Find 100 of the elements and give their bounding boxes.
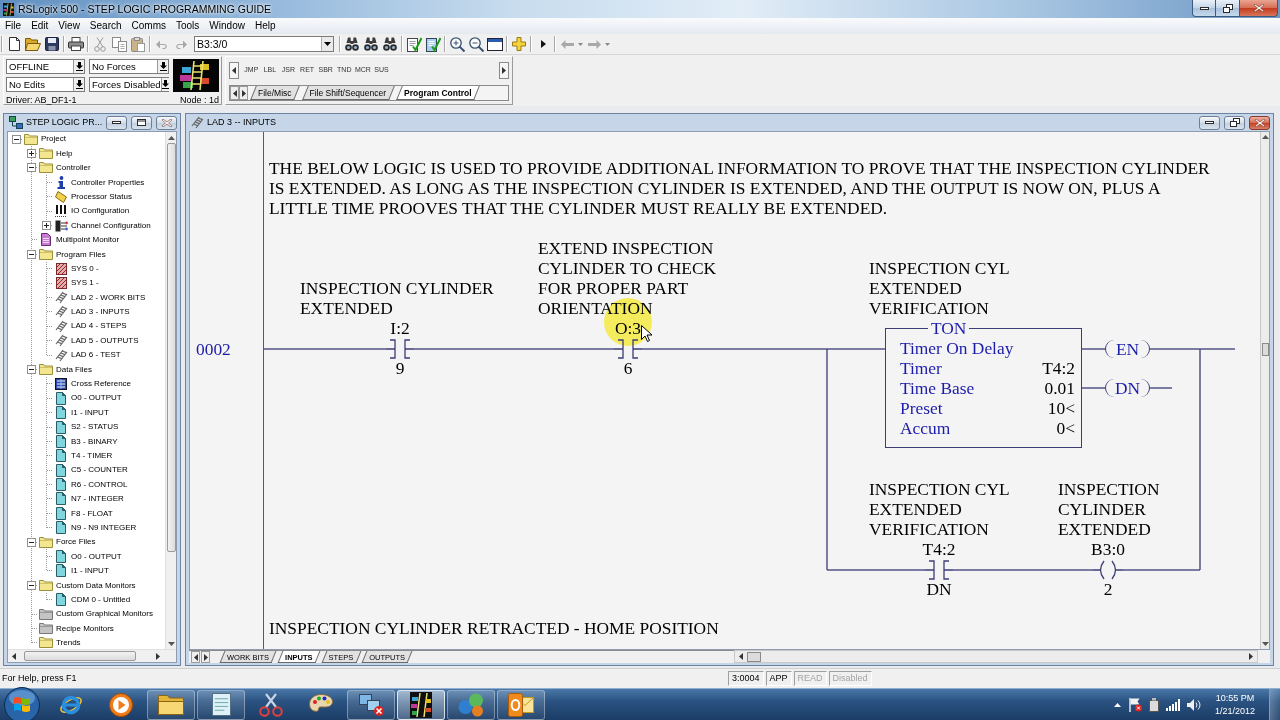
zoom-in-icon[interactable] (449, 36, 465, 52)
tree-item[interactable]: S2 - STATUS (71, 422, 119, 432)
tree-item[interactable]: N9 - N9 INTEGER (71, 522, 137, 533)
tree-item[interactable]: LAD 3 - INPUTS (71, 307, 130, 317)
tree-item[interactable]: Controller (56, 163, 91, 173)
restore-button[interactable] (1216, 0, 1240, 17)
minimize-button[interactable] (106, 115, 127, 130)
tree-item[interactable]: Recipe Monitors (56, 623, 114, 634)
taskbar-button[interactable] (197, 689, 245, 720)
tree-item[interactable]: LAD 2 - WORK BITS (71, 292, 146, 303)
start-orb-icon[interactable] (4, 686, 40, 720)
tree-item[interactable]: Custom Graphical Monitors (56, 609, 153, 619)
palette-tab[interactable]: Program Control (396, 86, 480, 100)
up-arrow-icon[interactable] (1114, 702, 1121, 707)
tree-item[interactable]: LAD 4 - STEPS (71, 321, 127, 332)
taskbar-button[interactable] (347, 689, 395, 720)
forces-dropdown[interactable]: No Forces (89, 59, 169, 74)
tree-item[interactable]: LAD 6 - TEST (71, 350, 121, 360)
plus-icon[interactable] (512, 37, 526, 51)
caret-icon[interactable] (578, 42, 583, 46)
tree-item[interactable]: IO Configuration (71, 206, 130, 216)
scrollbar-thumb[interactable] (24, 651, 136, 661)
menu-item[interactable]: Comms (126, 20, 171, 32)
address-dropdown[interactable]: B3:3/0 (194, 36, 334, 52)
check-document-icon[interactable] (425, 36, 441, 52)
tree-item[interactable]: R6 - CONTROL (71, 479, 128, 490)
tree-item[interactable]: B3 - BINARY (71, 436, 118, 447)
scroll-right-icon[interactable] (156, 652, 160, 660)
menu-item[interactable]: View (53, 20, 85, 32)
check-document-icon[interactable] (406, 36, 422, 52)
tree-item[interactable]: Multipoint Monitor (56, 235, 120, 245)
tab-scroll-left-button[interactable] (191, 651, 200, 663)
speaker-icon[interactable] (1187, 698, 1201, 711)
close-button[interactable] (1249, 115, 1270, 130)
tree-item[interactable]: C5 - COUNTER (71, 465, 128, 475)
clock-time[interactable]: 10:55 PM (1215, 691, 1255, 705)
tree-item[interactable]: Custom Data Monitors (56, 580, 136, 591)
tree-item[interactable]: CDM 0 - Untitled (71, 594, 131, 605)
close-button[interactable] (1240, 0, 1278, 17)
new-file-icon[interactable] (8, 37, 20, 51)
scroll-up-icon[interactable] (167, 135, 175, 140)
signal-bars-icon[interactable] (1166, 698, 1180, 711)
scrollbar-thumb[interactable] (166, 143, 176, 552)
taskbar-button[interactable] (497, 689, 545, 720)
minus-box-icon[interactable] (27, 249, 36, 259)
taskbar-button[interactable] (147, 689, 195, 720)
palette-tab[interactable]: File/Misc (250, 86, 300, 100)
minus-box-icon[interactable] (27, 163, 36, 173)
menu-item[interactable]: File (0, 20, 27, 32)
tree-item[interactable]: SYS 0 - (71, 263, 99, 274)
scrollbar-thumb[interactable] (747, 651, 761, 662)
tab-scroll-right-button[interactable] (201, 651, 210, 663)
tree-item[interactable]: Data Files (56, 364, 92, 375)
tree-item[interactable]: Channel Configuration (71, 220, 151, 231)
scroll-right-button[interactable] (499, 61, 509, 79)
tree-item[interactable]: I1 - INPUT (71, 566, 109, 576)
plus-box-icon[interactable] (27, 149, 36, 159)
scroll-up-icon[interactable] (1261, 135, 1269, 139)
tree-item[interactable]: LAD 5 - OUTPUTS (71, 335, 139, 346)
tree-item[interactable]: F8 - FLOAT (71, 508, 113, 519)
close-button[interactable] (156, 115, 177, 130)
copy-icon[interactable] (111, 36, 127, 52)
tab-scroll-right-button[interactable] (239, 86, 248, 100)
scroll-left-icon[interactable] (12, 652, 16, 660)
menu-item[interactable]: Search (84, 20, 127, 32)
plus-box-icon[interactable] (42, 221, 51, 231)
minus-box-icon[interactable] (12, 134, 21, 144)
palette-tab[interactable]: File Shift/Sequencer (301, 86, 395, 100)
scrollbar-thumb[interactable] (1261, 343, 1269, 356)
menu-item[interactable]: Edit (26, 20, 54, 32)
menu-item[interactable]: Window (204, 20, 250, 32)
device-icon[interactable] (1149, 697, 1159, 712)
binoculars-icon[interactable] (345, 37, 359, 51)
tree-item[interactable]: T4 - TIMER (71, 451, 113, 461)
tree-item[interactable]: N7 - INTEGER (71, 494, 124, 504)
menu-item[interactable]: Help (249, 20, 281, 32)
tree-item[interactable]: SYS 1 - (71, 278, 99, 288)
binoculars-icon[interactable] (364, 37, 378, 51)
tab-scroll-left-button[interactable] (230, 86, 239, 100)
restore-button[interactable] (1224, 115, 1245, 130)
minus-box-icon[interactable] (27, 364, 36, 374)
tree-item[interactable]: Project (41, 134, 66, 144)
scroll-left-button[interactable] (229, 61, 239, 79)
tree-item[interactable]: Help (56, 148, 73, 159)
tree-item[interactable]: O0 - OUTPUT (71, 551, 122, 562)
taskbar-button[interactable] (397, 689, 445, 720)
mode-dropdown[interactable]: OFFLINE (6, 59, 85, 74)
menu-item[interactable]: Tools (171, 20, 205, 32)
tree-item[interactable]: Controller Properties (71, 177, 145, 188)
window-icon[interactable] (487, 37, 503, 51)
open-folder-icon[interactable] (25, 37, 41, 51)
scroll-down-icon[interactable] (167, 641, 175, 646)
show-desktop-button[interactable] (1269, 689, 1280, 720)
scroll-down-icon[interactable] (1261, 642, 1269, 646)
scroll-left-icon[interactable] (739, 653, 743, 660)
tree-item[interactable]: O0 - OUTPUT (71, 393, 122, 403)
tree-item[interactable]: I1 - INPUT (71, 407, 109, 418)
tree-item[interactable]: Force Files (56, 537, 96, 547)
zoom-out-icon[interactable] (468, 36, 484, 52)
tree-item[interactable]: Program Files (56, 249, 106, 260)
